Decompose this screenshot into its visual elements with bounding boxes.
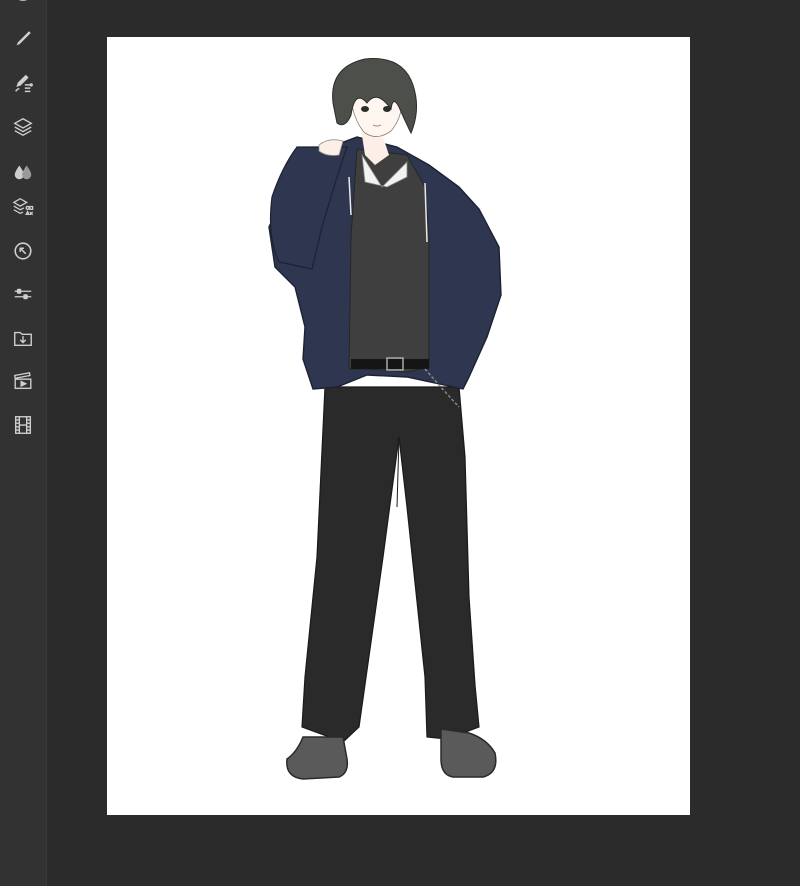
drawing-canvas[interactable] — [107, 37, 690, 815]
brush-icon[interactable] — [8, 24, 38, 54]
timelapse-video-icon[interactable] — [8, 366, 38, 396]
import-folder-icon[interactable] — [8, 323, 38, 353]
adjustments-sliders-icon[interactable] — [8, 279, 38, 309]
belt — [351, 359, 429, 369]
layer-adjustments-icon[interactable] — [8, 192, 38, 222]
liquify-icon[interactable] — [8, 156, 38, 186]
trousers — [301, 386, 480, 743]
animation-film-icon[interactable] — [8, 410, 38, 440]
left-shoe — [286, 736, 349, 780]
character-illustration — [268, 58, 502, 780]
layers-icon[interactable] — [8, 112, 38, 142]
left-toolbar — [0, 0, 47, 886]
right-shoe — [440, 728, 497, 778]
partial-icon-top[interactable] — [8, 0, 38, 16]
brush-settings-icon[interactable] — [8, 69, 38, 99]
transform-rotate-icon[interactable] — [8, 236, 38, 266]
